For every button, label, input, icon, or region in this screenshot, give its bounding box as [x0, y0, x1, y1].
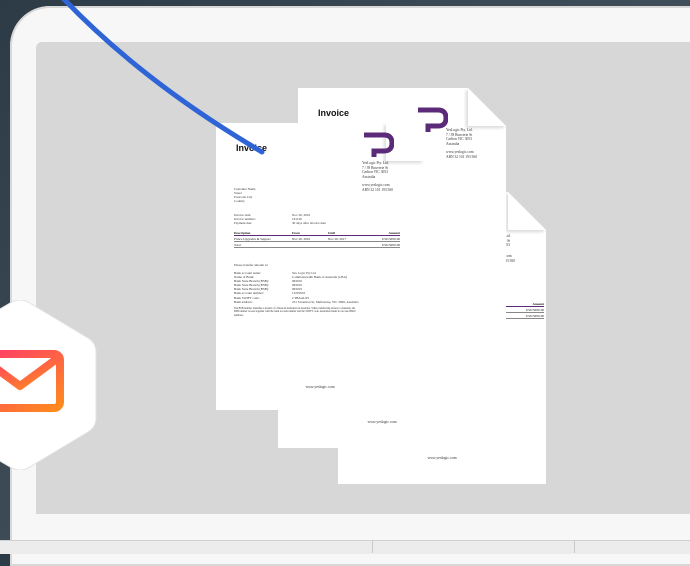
company-contact: www.yeslogic.com ABN 32 101 193 560	[446, 150, 477, 159]
bsb-note: The BSB number identifies a branch of a …	[234, 307, 356, 317]
transfer-heading: Please transfer amount to:	[234, 263, 269, 267]
table-total-row: Total USD $950.00	[234, 242, 400, 248]
cell-from: Nov 26, 2016	[292, 236, 311, 241]
bank-values: Yes Logic Pty Ltd Commonwealth Bank of A…	[292, 271, 359, 304]
bottom-divider	[372, 540, 373, 553]
company-logo	[362, 131, 394, 157]
col-from: From	[292, 231, 300, 235]
decorative-swoosh	[61, 0, 265, 155]
cell-description: Prince Upgrades & Support	[234, 236, 271, 241]
bank-labels: Bank account name: Name of Bank: Bank St…	[234, 271, 269, 304]
company-logo	[416, 106, 448, 132]
cell-amount: USD $950.00	[381, 236, 400, 241]
invoice-table: Description From Until Amount Prince Upg…	[234, 231, 400, 248]
bottom-divider	[574, 540, 575, 553]
company-contact: www.yeslogic.com ABN 32 101 193 560	[362, 183, 393, 192]
invoice-meta-labels: Invoice date: Invoice number: Payment du…	[234, 213, 256, 226]
bottom-bar	[0, 540, 690, 554]
cell-until: Nov 26, 2017	[328, 236, 347, 241]
page-footer: www.yeslogic.com	[367, 420, 397, 424]
company-address: YesLogic Pty. Ltd. 7 / 39 Bouverie St Ca…	[362, 161, 389, 179]
mail-badge	[0, 300, 97, 470]
invoice-meta-values: Nov 26, 2016 161126 30 days after invoic…	[292, 213, 326, 226]
amount-header: Amount	[532, 302, 544, 306]
col-amount: Amount	[388, 231, 400, 235]
page-footer: www.yeslogic.com	[427, 456, 457, 460]
col-until: Until	[328, 231, 336, 235]
total-value: USD $950.00	[381, 242, 400, 247]
invoice-title: Invoice	[318, 108, 350, 118]
company-address: YesLogic Pty. Ltd. 7 / 39 Bouverie St Ca…	[446, 128, 473, 146]
total-label: Total	[234, 242, 241, 247]
page-footer: www.yeslogic.com	[305, 385, 335, 389]
total-value: USD $950.00	[525, 313, 544, 318]
col-description: Description	[234, 231, 251, 235]
amount-value: USD $950.00	[525, 307, 544, 312]
